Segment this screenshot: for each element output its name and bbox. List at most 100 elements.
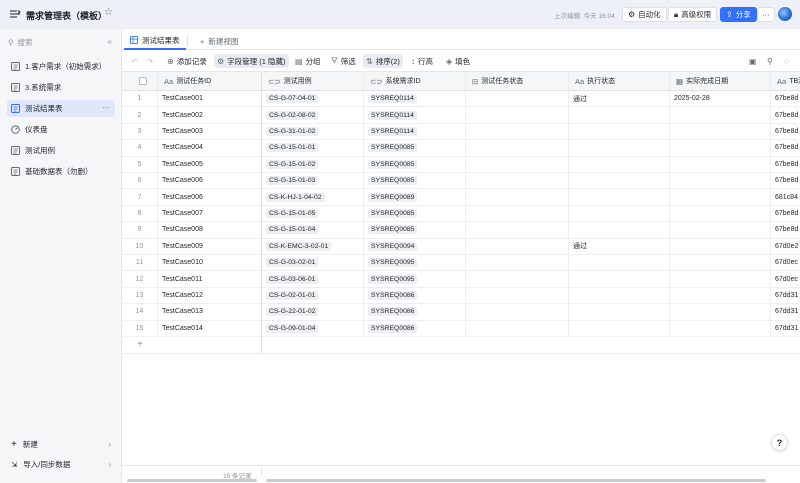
table-row[interactable]: 15 TestCase014 CS-G-09-01-04 SYSREQ0086 67dd… [122, 320, 800, 337]
exec-status-cell[interactable] [569, 140, 670, 156]
system-req-cell[interactable]: SYSREQ0095 [364, 271, 466, 287]
task-status-cell[interactable] [466, 107, 569, 123]
tb-cell[interactable]: 67be8d [771, 124, 800, 139]
filter-button[interactable]: ⛛ 筛选 [328, 54, 359, 68]
select-all-checkbox[interactable] [138, 77, 147, 85]
task-status-cell[interactable] [466, 287, 569, 304]
table-row[interactable]: 8 TestCase007 CS-G-15-01-05 SYSREQ0085 67be8… [122, 205, 800, 223]
sort-button[interactable]: ⇅ 排序(2) [363, 54, 403, 68]
completion-date-cell[interactable] [670, 205, 771, 222]
row-number-cell[interactable]: 12 [122, 271, 158, 287]
row-number-cell[interactable]: 11 [122, 255, 158, 271]
task-status-cell[interactable] [466, 222, 569, 238]
table-row[interactable]: 10 TestCase009 CS-K-EMC-3-02-01 SYSREQ0094 通… [122, 238, 800, 255]
test-case-cell[interactable]: CS-G-15-01-03 [262, 173, 364, 189]
task-status-cell[interactable] [466, 238, 569, 254]
test-case-cell[interactable]: CS-G-22-01-02 [262, 304, 364, 320]
exec-status-cell[interactable] [569, 222, 670, 238]
add-row-button[interactable]: + [122, 337, 800, 354]
automation-button[interactable]: ⚙ 自动化 [622, 7, 667, 22]
system-req-cell[interactable]: SYSREQ0085 [364, 173, 466, 189]
collapse-sidebar-icon[interactable]: « [108, 37, 112, 46]
task-id-cell[interactable]: TestCase002 [158, 107, 262, 123]
table-row[interactable]: 9 TestCase008 CS-G-15-01-04 SYSREQ0085 67be8… [122, 222, 800, 239]
row-number-cell[interactable]: 13 [122, 287, 158, 304]
tb-cell[interactable]: 67dd31 [771, 321, 800, 336]
comments-button[interactable]: ◌ [781, 54, 792, 68]
completion-date-cell[interactable] [670, 189, 771, 205]
column-header-test-case[interactable]: ⊂⊃ 测试用例 [262, 72, 364, 90]
completion-date-cell[interactable] [670, 238, 771, 254]
completion-date-cell[interactable] [670, 156, 771, 172]
sidebar-item-test-results[interactable]: 测试结果表 ··· [7, 100, 115, 117]
task-id-cell[interactable]: TestCase006 [158, 189, 262, 205]
completion-date-cell[interactable] [670, 304, 771, 320]
test-case-cell[interactable]: CS-G-03-02-01 [262, 255, 364, 271]
column-header-system-req-id[interactable]: ⊂⊃ 系统需求ID [364, 72, 466, 90]
user-avatar[interactable] [778, 7, 792, 21]
tb-cell[interactable]: 67be8d [771, 107, 800, 122]
group-button[interactable]: ▤ 分组 [292, 54, 324, 68]
test-case-cell[interactable]: CS-G-15-01-05 [262, 205, 364, 222]
horizontal-scrollbar[interactable] [266, 479, 766, 482]
completion-date-cell[interactable] [670, 271, 771, 287]
more-icon[interactable]: ··· [102, 103, 110, 112]
task-status-cell[interactable] [466, 140, 569, 156]
column-header-task-status[interactable]: ⊟ 测试任务状态 [466, 72, 569, 90]
test-case-cell[interactable]: CS-G-03-06-01 [262, 271, 364, 287]
task-status-cell[interactable] [466, 173, 569, 189]
tb-cell[interactable]: 67be8d [771, 206, 800, 221]
tb-cell[interactable]: 67be8d [771, 91, 800, 106]
column-header-completion-date[interactable]: ▦ 实际完成日期 [670, 72, 771, 90]
document-title[interactable]: 需求管理表（模板） [26, 9, 107, 22]
completion-date-cell[interactable]: 2025-02-28 [670, 91, 771, 107]
table-row[interactable]: 12 TestCase011 CS-G-03-06-01 SYSREQ0095 67d0… [122, 271, 800, 288]
exec-status-cell[interactable] [569, 156, 670, 172]
task-id-cell[interactable]: TestCase014 [158, 320, 262, 336]
completion-date-cell[interactable] [670, 287, 771, 304]
row-number-cell[interactable]: 5 [122, 156, 158, 172]
completion-date-cell[interactable] [670, 123, 771, 140]
tab-test-results[interactable]: 测试结果表 [124, 32, 188, 50]
exec-status-cell[interactable] [569, 320, 670, 336]
system-req-cell[interactable]: SYSREQ0089 [364, 189, 466, 205]
table-row[interactable]: 4 TestCase004 CS-G-15-01-01 SYSREQ0085 67be8… [122, 140, 800, 157]
tb-cell[interactable]: 67dd31 [771, 304, 800, 319]
table-row[interactable]: 6 TestCase006 CS-G-15-01-03 SYSREQ0085 67be8… [122, 173, 800, 190]
table-row[interactable]: 2 TestCase002 CS-G-02-08-02 SYSREQ0114 67be8… [122, 107, 800, 124]
exec-status-cell[interactable]: 通过 [569, 91, 670, 107]
sidebar-import-button[interactable]: ⇲ 导入/同步数据 › [7, 457, 115, 472]
fill-color-button[interactable]: ◈ 填色 [443, 54, 473, 68]
row-number-cell[interactable]: 6 [122, 173, 158, 189]
system-req-cell[interactable]: SYSREQ0085 [364, 156, 466, 172]
row-number-cell[interactable]: 4 [122, 140, 158, 156]
new-view-button[interactable]: + 新建视图 [194, 32, 244, 50]
task-id-cell[interactable]: TestCase007 [158, 205, 262, 222]
system-req-cell[interactable]: SYSREQ0086 [364, 287, 466, 304]
task-status-cell[interactable] [466, 123, 569, 140]
exec-status-cell[interactable] [569, 123, 670, 140]
tb-cell[interactable]: 67d0ec [771, 255, 800, 270]
search-input[interactable]: 搜索 [18, 37, 33, 48]
row-number-cell[interactable]: 2 [122, 107, 158, 123]
task-status-cell[interactable] [466, 255, 569, 271]
exec-status-cell[interactable]: 通过 [569, 238, 670, 254]
test-case-cell[interactable]: CS-G-15-01-04 [262, 222, 364, 238]
task-id-cell[interactable]: TestCase008 [158, 222, 262, 238]
exec-status-cell[interactable] [569, 107, 670, 123]
system-req-cell[interactable]: SYSREQ0114 [364, 123, 466, 140]
task-status-cell[interactable] [466, 205, 569, 222]
exec-status-cell[interactable] [569, 205, 670, 222]
system-req-cell[interactable]: SYSREQ0085 [364, 205, 466, 222]
redo-button[interactable]: ↷ [144, 54, 156, 68]
system-req-cell[interactable]: SYSREQ0114 [364, 107, 466, 123]
test-case-cell[interactable]: CS-G-02-08-02 [262, 107, 364, 123]
table-row[interactable]: 14 TestCase013 CS-G-22-01-02 SYSREQ0086 67dd… [122, 304, 800, 321]
test-case-cell[interactable]: CS-G-02-01-01 [262, 287, 364, 304]
system-req-cell[interactable]: SYSREQ0114 [364, 91, 466, 107]
test-case-cell[interactable]: CS-G-09-01-04 [262, 320, 364, 336]
sidebar-item-system-requirements[interactable]: 3.系统需求 [7, 79, 115, 96]
table-row[interactable]: 13 TestCase012 CS-G-02-01-01 SYSREQ0086 67dd… [122, 287, 800, 305]
task-status-cell[interactable] [466, 304, 569, 320]
task-status-cell[interactable] [466, 189, 569, 205]
